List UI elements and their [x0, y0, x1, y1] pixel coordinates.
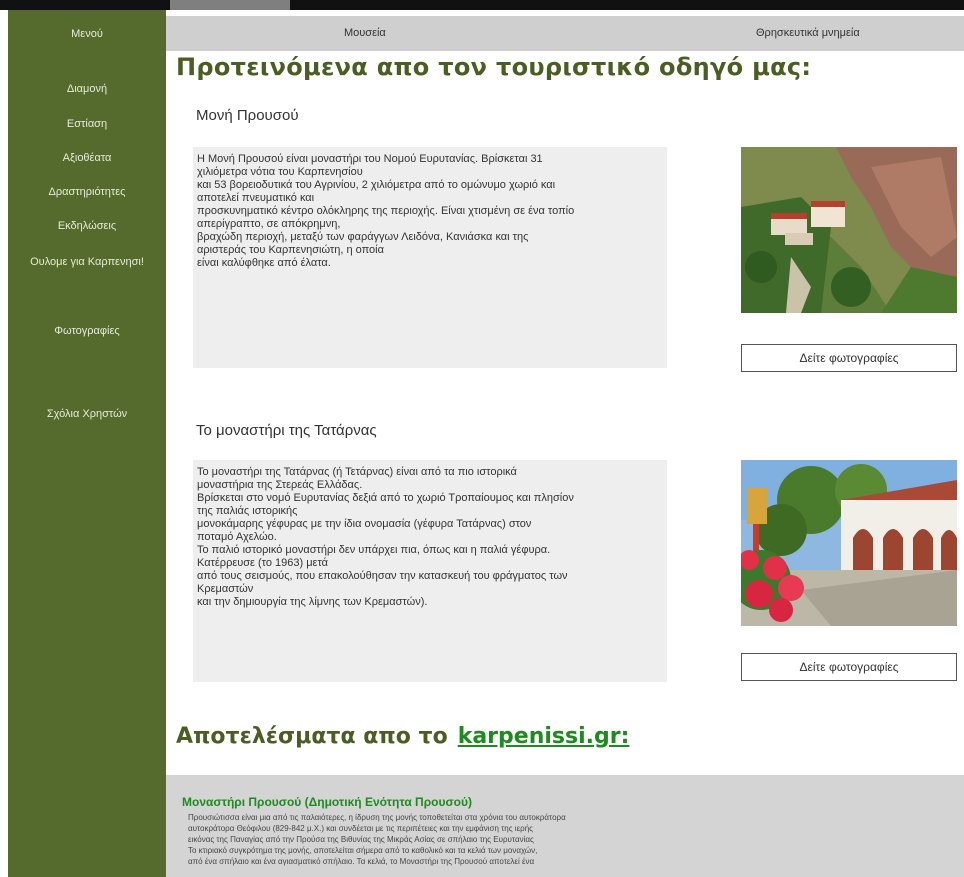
sidebar-item-activities[interactable]: Δραστηριότητες — [8, 186, 166, 198]
description-line: και την δημιουργία της λίμνης των Κρεμασ… — [197, 596, 428, 608]
page-title: Προτεινόμενα απο τον τουριστικό οδηγό μα… — [176, 53, 812, 81]
description-line: Το παλιό ιστορικό μοναστήρι δεν υπάρχει … — [197, 544, 551, 556]
site-title: Το μοναστήρι της Τατάρνας — [196, 422, 377, 439]
results-prefix: Αποτελέσματα απο το — [176, 724, 448, 749]
site-title: Μονή Προυσού — [196, 107, 299, 124]
sidebar-item-menu[interactable]: Μενού — [8, 28, 166, 40]
snippet-line: εικόνας της Παναγίας από την Προύσα της … — [188, 835, 534, 844]
tab-religious-monuments[interactable]: Θρησκευτικά μνημεία — [756, 16, 860, 51]
snippet-line: Προυσιώτισσα είναι μια από τις παλαιότερ… — [188, 813, 566, 822]
sidebar-menu: Μενού Διαμονή Εστίαση Αξιοθέατα Δραστηρι… — [8, 10, 166, 877]
view-photos-button[interactable]: Δείτε φωτογραφίες — [741, 344, 957, 372]
view-photos-button[interactable]: Δείτε φωτογραφίες — [741, 653, 957, 681]
description-line: Κατέρρευσε (το 1963) μετά — [197, 557, 329, 569]
sidebar-item-dining[interactable]: Εστίαση — [8, 118, 166, 130]
sidebar-item-accommodation[interactable]: Διαμονή — [8, 83, 166, 95]
description-line: μοναστήρια της Στερεάς Ελλάδας. — [197, 479, 363, 491]
monastery-proussou-photo[interactable] — [741, 147, 957, 313]
description-line: είναι καλύφθηκε από έλατα. — [197, 257, 331, 269]
description-line: Η Μονή Προυσού είναι μοναστήρι του Νομού… — [197, 153, 543, 165]
sidebar-item-map[interactable]: Ουλομε για Καρπενησι! — [8, 256, 166, 268]
snippet-line: από ένα σπήλαιο και ένα αγιασματικό σπήλ… — [188, 857, 535, 866]
monastery-tatarna-photo[interactable] — [741, 460, 957, 626]
results-heading: Αποτελέσματα απο το karpenissi.gr: — [176, 724, 629, 749]
description-line: Βρίσκεται στο νομό Ευρυτανίας δεξιά από … — [197, 492, 574, 504]
description-line: και 53 βορειοδυτικά του Αγρινίου, 2 χιλι… — [197, 179, 556, 191]
karpenissi-link[interactable]: karpenissi.gr: — [458, 724, 630, 749]
description-line: βραχώδη περιοχή, μεταξύ των φαράγγων Λει… — [197, 231, 529, 243]
description-line: αποτελεί πνευματικό και — [197, 192, 315, 204]
description-line: από τους σεισμούς, που επακολούθησαν την… — [197, 570, 568, 582]
tab-museums[interactable]: Μουσεία — [344, 16, 386, 51]
description-line: χιλιόμετρα νότια του Καρπενησίου — [197, 166, 363, 178]
description-line: μονοκάμαρης γέφυρας με την ίδια ονομασία… — [197, 518, 532, 530]
snippet-line: αυτοκράτορα Θεόφιλου (829-842 μ.Χ.) και … — [188, 824, 533, 833]
description-line: Κρεμαστών — [197, 583, 254, 595]
description-line: προσκυνηματικό κέντρο ολόκληρης της περι… — [197, 205, 575, 217]
sidebar-item-photos[interactable]: Φωτογραφίες — [8, 325, 166, 337]
sidebar-item-events[interactable]: Εκδηλώσεις — [8, 220, 166, 232]
result-panel: Μοναστήρι Προυσού (Δημοτική Ενότητα Πρου… — [166, 775, 964, 877]
description-line: απερίγραπτο, σε απόκρημνη, — [197, 218, 341, 230]
result-title-link[interactable]: Μοναστήρι Προυσού (Δημοτική Ενότητα Πρου… — [182, 795, 472, 809]
description-line: αριστεράς του Καρπενησιώτη, η οποία — [197, 244, 384, 256]
tab-bar: Μουσεία Θρησκευτικά μνημεία — [166, 16, 964, 51]
result-snippet: Προυσιώτισσα είναι μια από τις παλαιότερ… — [188, 812, 658, 867]
snippet-line: Το κτιριακό συγκρότημα της μονής, αποτελ… — [188, 846, 538, 855]
site-description: Η Μονή Προυσού είναι μοναστήρι του Νομού… — [193, 147, 667, 368]
description-line: της παλιάς ιστορικής — [197, 505, 298, 517]
description-line: Το μοναστήρι της Τατάρνας (ή Τετάρνας) ε… — [197, 466, 517, 478]
top-border — [0, 0, 964, 10]
sidebar-item-sights[interactable]: Αξιοθέατα — [8, 152, 166, 164]
site-description: Το μοναστήρι της Τατάρνας (ή Τετάρνας) ε… — [193, 460, 667, 682]
description-line: ποταμό Αχελώο. — [197, 531, 277, 543]
sidebar-item-comments[interactable]: Σχόλια Χρηστών — [8, 408, 166, 420]
